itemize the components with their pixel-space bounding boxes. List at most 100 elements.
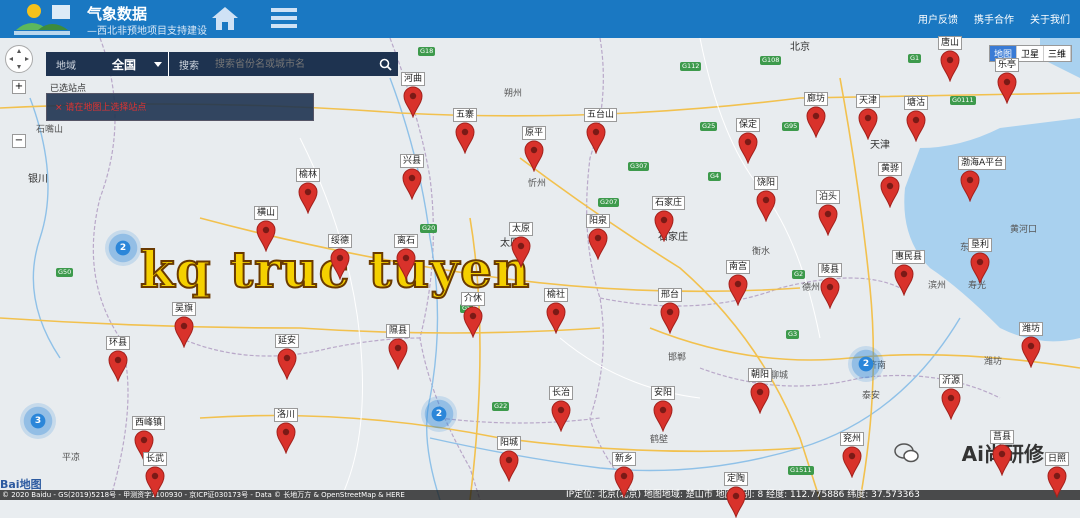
station-label[interactable]: 隰县 [386, 324, 411, 338]
station-label[interactable]: 潍坊 [1019, 322, 1044, 336]
station-marker-icon[interactable] [894, 264, 914, 296]
station-marker-icon[interactable] [992, 444, 1012, 476]
station-marker-icon[interactable] [820, 277, 840, 309]
station-marker-icon[interactable] [588, 228, 608, 260]
station-marker-icon[interactable] [660, 302, 680, 334]
station-cluster[interactable]: 2 [848, 346, 884, 382]
station-marker-icon[interactable] [756, 190, 776, 222]
station-label[interactable]: 五台山 [584, 108, 618, 122]
station-label[interactable]: 安阳 [651, 386, 676, 400]
station-marker-icon[interactable] [1047, 466, 1067, 498]
search-input[interactable] [213, 57, 372, 71]
station-marker-icon[interactable] [906, 110, 926, 142]
station-marker-icon[interactable] [818, 204, 838, 236]
station-label[interactable]: 沂源 [939, 374, 964, 388]
station-cluster[interactable]: 2 [421, 396, 457, 432]
station-marker-icon[interactable] [750, 382, 770, 414]
station-marker-icon[interactable] [970, 252, 990, 284]
selected-station-hint[interactable]: × 请在地图上选择站点 [55, 100, 146, 113]
station-label[interactable]: 五寨 [453, 108, 478, 122]
station-label[interactable]: 榆社 [544, 288, 569, 302]
station-marker-icon[interactable] [388, 338, 408, 370]
station-marker-icon[interactable] [941, 388, 961, 420]
station-marker-icon[interactable] [738, 132, 758, 164]
station-label[interactable]: 西峰镇 [132, 416, 166, 430]
station-label[interactable]: 唐山 [938, 36, 963, 50]
region-select[interactable]: 全国 [94, 56, 162, 73]
station-label[interactable]: 原平 [522, 126, 547, 140]
station-cluster[interactable]: 2 [105, 230, 141, 266]
station-marker-icon[interactable] [330, 248, 350, 280]
station-label[interactable]: 廊坊 [804, 92, 829, 106]
station-label[interactable]: 塘沽 [904, 96, 929, 110]
station-marker-icon[interactable] [842, 446, 862, 478]
station-marker-icon[interactable] [551, 400, 571, 432]
station-label[interactable]: 介休 [461, 292, 486, 306]
station-marker-icon[interactable] [277, 348, 297, 380]
about-link[interactable]: 关于我们 [1030, 11, 1070, 26]
station-label[interactable]: 邢台 [658, 288, 683, 302]
menu-icon[interactable] [270, 6, 298, 30]
map-type-satellite[interactable]: 卫星 [1017, 46, 1044, 61]
station-label[interactable]: 保定 [736, 118, 761, 132]
station-marker-icon[interactable] [463, 306, 483, 338]
station-label[interactable]: 莒县 [990, 430, 1015, 444]
zoom-out-button[interactable]: − [12, 134, 26, 148]
station-marker-icon[interactable] [276, 422, 296, 454]
station-marker-icon[interactable] [806, 106, 826, 138]
station-marker-icon[interactable] [653, 400, 673, 432]
station-marker-icon[interactable] [858, 108, 878, 140]
station-label[interactable]: 陵县 [818, 263, 843, 277]
station-marker-icon[interactable] [145, 466, 165, 498]
zoom-in-button[interactable]: + [12, 80, 26, 94]
station-marker-icon[interactable] [586, 122, 606, 154]
station-marker-icon[interactable] [256, 220, 276, 252]
station-label[interactable]: 乐亭 [995, 58, 1020, 72]
station-label[interactable]: 阳泉 [586, 214, 611, 228]
station-label[interactable]: 渤海A平台 [958, 156, 1007, 170]
station-marker-icon[interactable] [997, 72, 1017, 104]
station-cluster[interactable]: 3 [20, 403, 56, 439]
station-marker-icon[interactable] [403, 86, 423, 118]
station-label[interactable]: 横山 [254, 206, 279, 220]
station-label[interactable]: 饶阳 [754, 176, 779, 190]
station-marker-icon[interactable] [396, 248, 416, 280]
site-logo[interactable] [12, 2, 74, 36]
station-label[interactable]: 吴旗 [172, 302, 197, 316]
search-button[interactable] [372, 52, 398, 76]
station-label[interactable]: 阳城 [497, 436, 522, 450]
station-marker-icon[interactable] [524, 140, 544, 172]
cooperation-link[interactable]: 携手合作 [974, 11, 1014, 26]
station-label[interactable]: 榆林 [296, 168, 321, 182]
station-label[interactable]: 延安 [275, 334, 300, 348]
station-label[interactable]: 太原 [509, 222, 534, 236]
station-label[interactable]: 日照 [1045, 452, 1070, 466]
station-marker-icon[interactable] [455, 122, 475, 154]
station-marker-icon[interactable] [499, 450, 519, 482]
station-marker-icon[interactable] [728, 274, 748, 306]
station-marker-icon[interactable] [108, 350, 128, 382]
station-label[interactable]: 泊头 [816, 190, 841, 204]
station-label[interactable]: 朝阳 [748, 368, 773, 382]
station-label[interactable]: 兴县 [400, 154, 425, 168]
feedback-link[interactable]: 用户反馈 [918, 11, 958, 26]
station-label[interactable]: 南宫 [726, 260, 751, 274]
station-label[interactable]: 离石 [394, 234, 419, 248]
station-label[interactable]: 惠民县 [892, 250, 926, 264]
station-label[interactable]: 河曲 [401, 72, 426, 86]
home-icon[interactable] [211, 5, 239, 31]
station-marker-icon[interactable] [940, 50, 960, 82]
station-label[interactable]: 长治 [549, 386, 574, 400]
station-marker-icon[interactable] [402, 168, 422, 200]
station-marker-icon[interactable] [546, 302, 566, 334]
station-marker-icon[interactable] [614, 466, 634, 498]
station-marker-icon[interactable] [511, 236, 531, 268]
pan-control[interactable] [5, 45, 33, 73]
station-marker-icon[interactable] [654, 210, 674, 242]
station-label[interactable]: 新乡 [612, 452, 637, 466]
station-marker-icon[interactable] [1021, 336, 1041, 368]
station-marker-icon[interactable] [174, 316, 194, 348]
station-label[interactable]: 兖州 [840, 432, 865, 446]
station-label[interactable]: 黄骅 [878, 162, 903, 176]
station-marker-icon[interactable] [726, 486, 746, 518]
